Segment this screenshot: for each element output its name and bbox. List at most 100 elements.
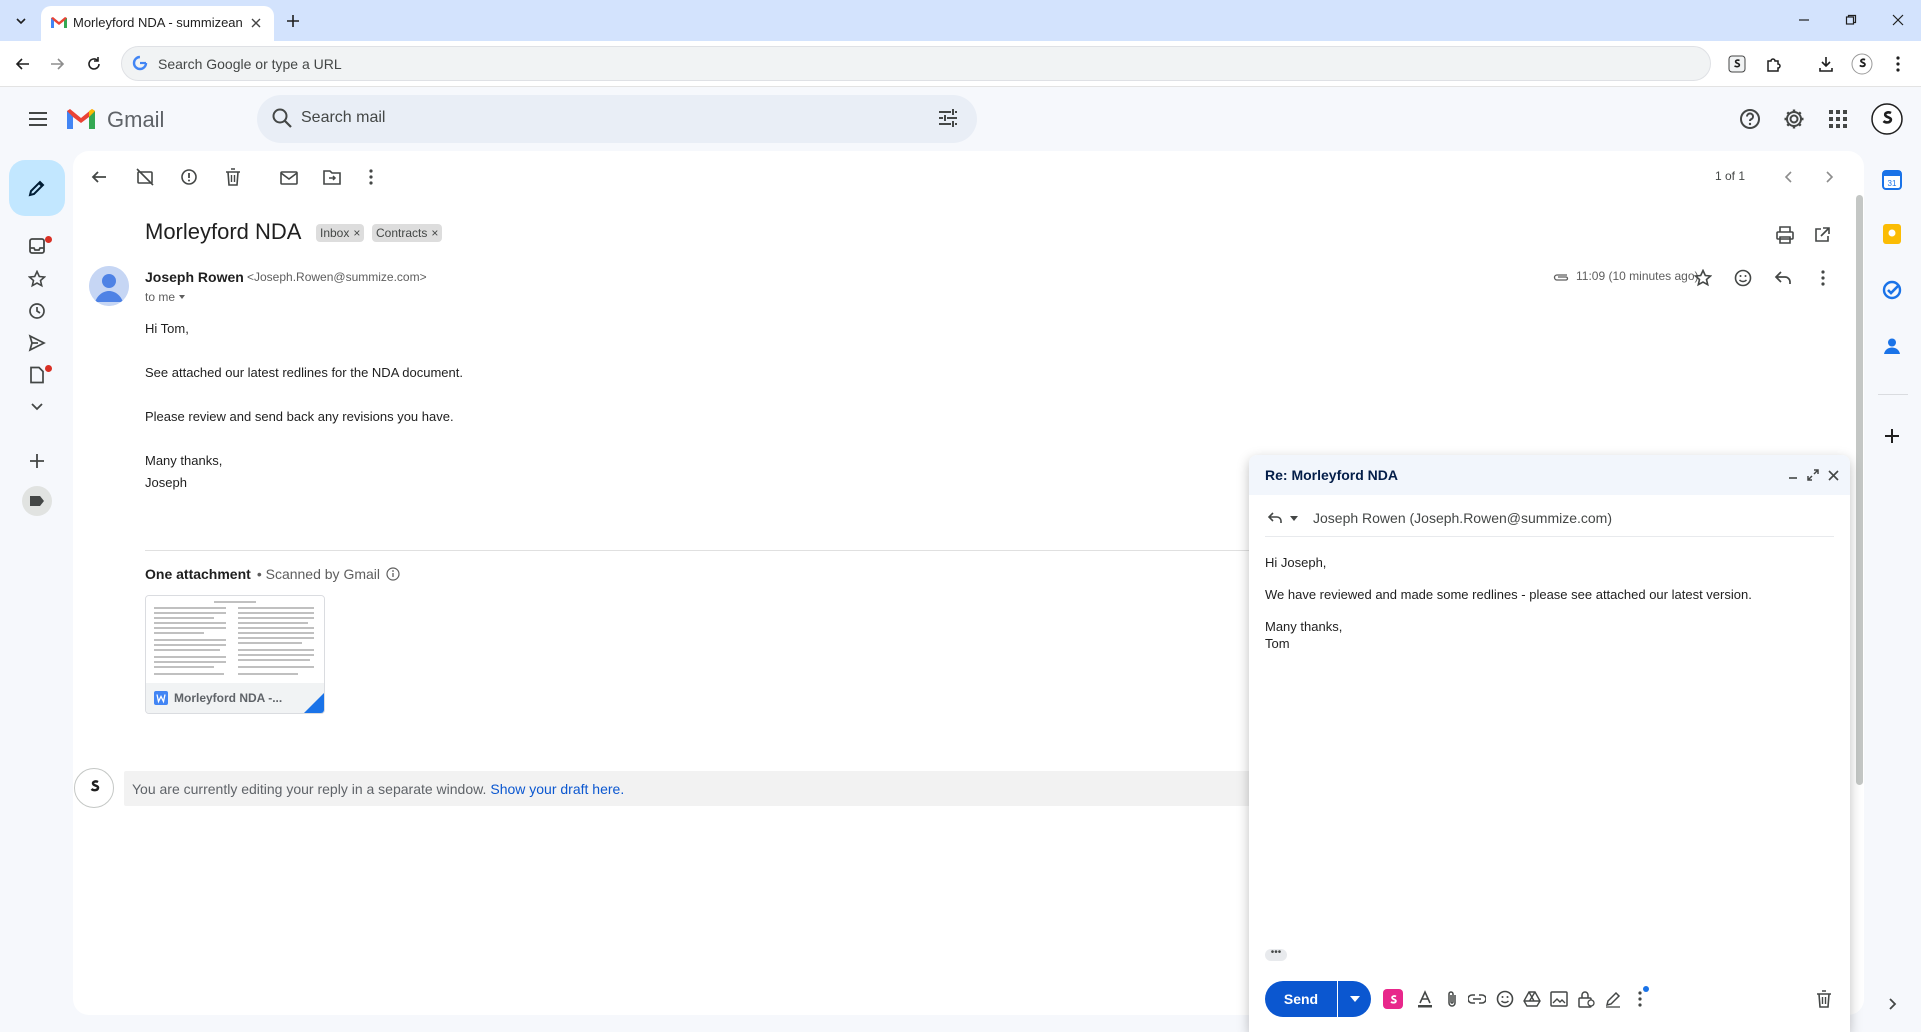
- back-arrow-icon[interactable]: [9, 50, 37, 78]
- discard-draft-trash-icon[interactable]: [1811, 986, 1837, 1012]
- tasks-check-icon[interactable]: [1880, 278, 1904, 302]
- sent-icon[interactable]: [24, 330, 50, 356]
- compose-body-line[interactable]: Many thanks,: [1265, 619, 1342, 634]
- attachment-card[interactable]: Morleyford NDA -...: [145, 595, 325, 714]
- get-addons-plus-icon[interactable]: [1880, 424, 1904, 448]
- summize-addon-icon[interactable]: [1380, 986, 1406, 1012]
- pagination-count: 1 of 1: [1714, 169, 1745, 183]
- email-subject: Morleyford NDA: [145, 219, 302, 244]
- compose-body-line[interactable]: Hi Joseph,: [1265, 555, 1326, 570]
- insert-drive-icon[interactable]: [1519, 986, 1545, 1012]
- close-compose-icon[interactable]: [1824, 466, 1842, 484]
- attachment-name: Morleyford NDA -...: [174, 691, 283, 705]
- account-avatar[interactable]: [1869, 101, 1905, 137]
- insert-emoji-icon[interactable]: [1492, 986, 1518, 1012]
- options-notification-dot: [1643, 986, 1649, 992]
- download-icon[interactable]: [1812, 50, 1840, 78]
- star-message-icon[interactable]: [1689, 264, 1717, 292]
- minimize-compose-icon[interactable]: [1784, 466, 1802, 484]
- compose-body-line[interactable]: We have reviewed and made some redlines …: [1265, 587, 1752, 602]
- minimize-window-icon[interactable]: [1789, 8, 1819, 32]
- back-to-inbox-arrow-icon[interactable]: [83, 161, 115, 193]
- print-icon[interactable]: [1769, 219, 1801, 251]
- send-options-caret-icon[interactable]: [1338, 981, 1371, 1017]
- recipient-row[interactable]: Joseph Rowen (Joseph.Rowen@summize.com): [1265, 501, 1834, 537]
- insert-photo-icon[interactable]: [1546, 986, 1572, 1012]
- restore-window-icon[interactable]: [1836, 8, 1866, 32]
- reply-type-caret-icon[interactable]: [1289, 515, 1299, 523]
- caret-down-icon: [179, 295, 186, 299]
- browser-toolbar: Search Google or type a URL: [0, 41, 1921, 87]
- browser-tab-active[interactable]: Morleyford NDA - summizeana: [41, 6, 274, 41]
- close-window-icon[interactable]: [1883, 8, 1913, 32]
- chrome-menu-kebab-icon[interactable]: [1884, 50, 1912, 78]
- calendar-app-icon[interactable]: 31: [1880, 168, 1904, 192]
- starred-icon[interactable]: [24, 266, 50, 292]
- browser-tab-strip: Morleyford NDA - summizeana: [0, 0, 1921, 41]
- reload-icon[interactable]: [80, 50, 108, 78]
- remove-label-close-icon[interactable]: ×: [431, 226, 438, 240]
- insert-signature-pen-icon[interactable]: [1600, 986, 1626, 1012]
- compose-header[interactable]: Re: Morleyford NDA: [1249, 455, 1850, 495]
- label-chip-contracts: Contracts ×: [372, 224, 443, 242]
- search-icon[interactable]: [271, 107, 293, 129]
- extensions-puzzle-icon[interactable]: [1760, 50, 1788, 78]
- more-options-kebab-icon[interactable]: [1627, 986, 1653, 1012]
- remove-label-close-icon[interactable]: ×: [353, 226, 360, 240]
- new-tab-plus-icon[interactable]: [281, 9, 305, 33]
- message-more-kebab-icon[interactable]: [1809, 264, 1837, 292]
- gmail-logo-icon[interactable]: [65, 107, 97, 131]
- reply-arrow-icon[interactable]: [1769, 264, 1797, 292]
- close-tab-icon[interactable]: [246, 13, 266, 33]
- inbox-unread-dot: [45, 236, 52, 243]
- compose-button[interactable]: [9, 160, 65, 216]
- attachment-clip-icon: [1553, 274, 1569, 281]
- help-question-icon[interactable]: [1732, 101, 1768, 137]
- attach-file-paperclip-icon[interactable]: [1439, 986, 1465, 1012]
- create-label-plus-icon[interactable]: [24, 448, 50, 474]
- older-chevron-right-icon[interactable]: [1813, 161, 1845, 193]
- forward-arrow-icon[interactable]: [43, 50, 71, 78]
- main-scrollbar[interactable]: [1856, 195, 1863, 785]
- insert-link-icon[interactable]: [1464, 986, 1490, 1012]
- tab-search-button[interactable]: [8, 8, 34, 34]
- archive-off-icon[interactable]: [129, 161, 161, 193]
- keep-notes-icon[interactable]: [1880, 222, 1904, 246]
- settings-gear-icon[interactable]: [1776, 101, 1812, 137]
- body-line: Many thanks,: [145, 453, 223, 468]
- show-trimmed-content-button[interactable]: •••: [1265, 948, 1287, 961]
- show-draft-link[interactable]: Show your draft here.: [490, 781, 624, 797]
- contacts-person-icon[interactable]: [1880, 334, 1904, 358]
- report-spam-icon[interactable]: [173, 161, 205, 193]
- search-options-tune-icon[interactable]: [937, 107, 959, 129]
- expand-side-panel-chevron-icon[interactable]: [1880, 992, 1904, 1016]
- newer-chevron-left-icon[interactable]: [1773, 161, 1805, 193]
- main-menu-hamburger-icon[interactable]: [20, 101, 56, 137]
- file-corner-fold-icon: [304, 693, 324, 713]
- reply-type-arrow-icon[interactable]: [1267, 511, 1283, 525]
- google-apps-grid-icon[interactable]: [1820, 101, 1856, 137]
- sender-avatar[interactable]: [89, 266, 129, 306]
- more-actions-kebab-icon[interactable]: [355, 161, 387, 193]
- search-mail-input[interactable]: Search mail: [257, 95, 977, 143]
- compose-body-line[interactable]: Tom: [1265, 636, 1290, 651]
- summize-extension-icon[interactable]: [1723, 50, 1751, 78]
- snoozed-clock-icon[interactable]: [24, 298, 50, 324]
- open-in-new-window-icon[interactable]: [1806, 219, 1838, 251]
- mark-unread-envelope-icon[interactable]: [273, 161, 305, 193]
- confidential-mode-lock-icon[interactable]: [1573, 986, 1599, 1012]
- emoji-react-icon[interactable]: [1729, 264, 1757, 292]
- send-button[interactable]: Send: [1265, 981, 1337, 1017]
- label-tag-icon[interactable]: [22, 486, 52, 516]
- sender-email: <Joseph.Rowen@summize.com>: [247, 270, 427, 284]
- move-to-folder-icon[interactable]: [316, 161, 348, 193]
- more-chevron-down-icon[interactable]: [24, 394, 50, 420]
- sender-name[interactable]: Joseph Rowen: [145, 269, 244, 285]
- address-bar[interactable]: Search Google or type a URL: [121, 46, 1711, 81]
- profile-avatar[interactable]: [1848, 50, 1876, 78]
- text-formatting-icon[interactable]: [1412, 986, 1438, 1012]
- recipient-details[interactable]: to me: [145, 290, 187, 304]
- attachment-name-bar: Morleyford NDA -...: [146, 683, 324, 713]
- full-screen-compose-icon[interactable]: [1804, 466, 1822, 484]
- delete-trash-icon[interactable]: [217, 161, 249, 193]
